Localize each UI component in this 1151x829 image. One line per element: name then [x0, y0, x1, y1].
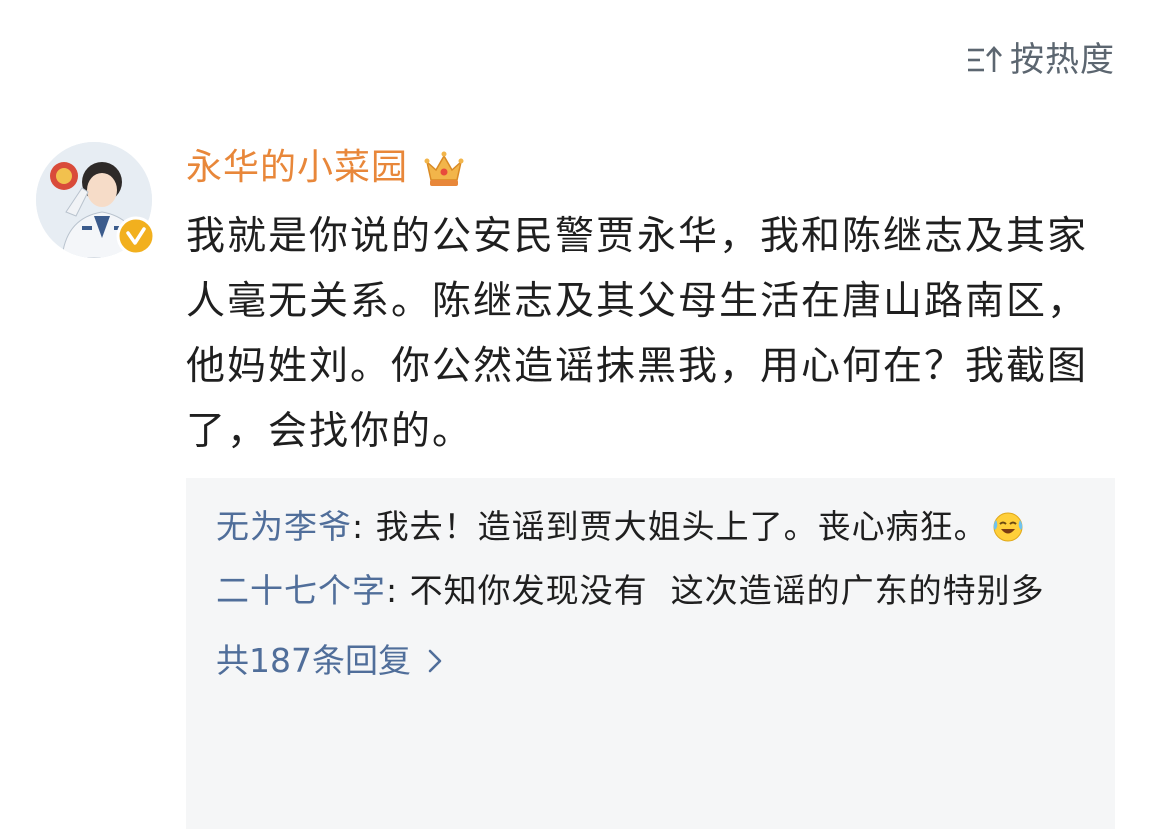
laugh-cry-emoji-icon — [993, 512, 1023, 542]
comment-text: 我就是你说的公安民警贾永华，我和陈继志及其家人毫无关系。陈继志及其父母生活在唐山… — [186, 214, 1089, 454]
reply-item[interactable]: 无为李爷: 我去！造谣到贾大姐头上了。丧心病狂。 — [216, 498, 1085, 556]
username[interactable]: 永华的小菜园 — [186, 144, 408, 192]
reply-author[interactable]: 二十七个字 — [216, 571, 386, 610]
reply-separator: : — [386, 571, 410, 610]
name-row: 永华的小菜园 — [186, 138, 1115, 198]
reply-author[interactable]: 无为李爷 — [216, 507, 352, 546]
avatar[interactable] — [36, 142, 156, 258]
reply-separator: : — [352, 507, 376, 546]
more-replies-label: 共187条回复 — [216, 641, 411, 680]
reply-text: 我去！造谣到贾大姐头上了。丧心病狂。 — [375, 507, 988, 546]
reply-item[interactable]: 二十七个字: 不知你发现没有 这次造谣的广东的特别多 — [216, 562, 1085, 620]
replies-panel[interactable]: 无为李爷: 我去！造谣到贾大姐头上了。丧心病狂。 二十七个字: 不知你发现没有 … — [186, 478, 1115, 829]
sort-by-hot-button[interactable]: 按热度 — [966, 38, 1115, 82]
sort-label: 按热度 — [1010, 40, 1115, 80]
view-all-replies-link[interactable]: 共187条回复 — [216, 632, 445, 690]
chevron-right-icon — [428, 649, 442, 673]
verified-icon — [116, 216, 156, 256]
reply-text: 不知你发现没有 这次造谣的广东的特别多 — [409, 571, 1045, 610]
crown-icon — [424, 151, 464, 186]
comment-content: 永华的小菜园 我就是你说的公安民警贾永华，我和陈继志及其家人毫无关系。陈继志及其… — [186, 138, 1115, 464]
sort-icon — [968, 46, 1002, 72]
